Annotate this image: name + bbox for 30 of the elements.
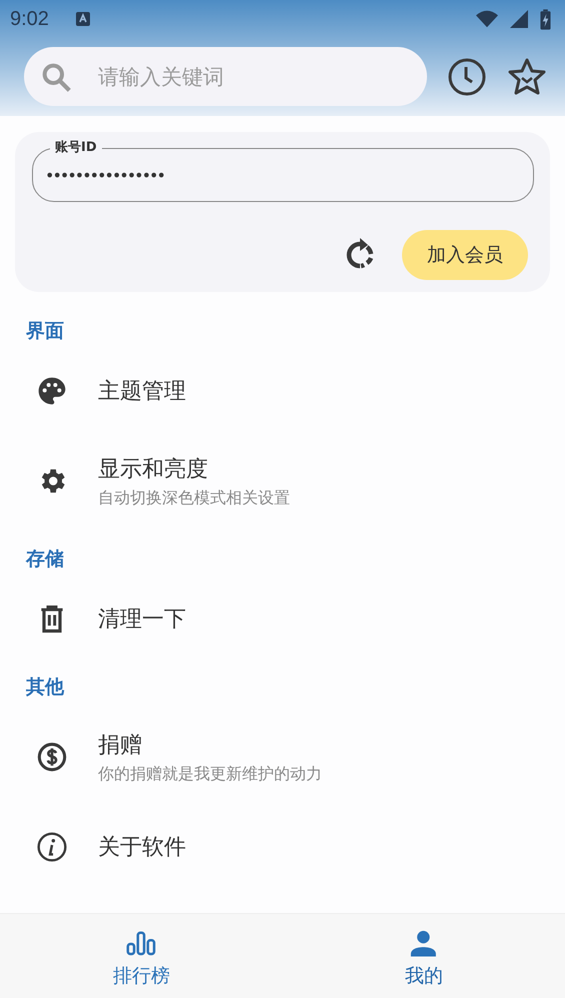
- nav-tab[interactable]: 排行榜: [0, 914, 282, 998]
- search-field[interactable]: 请输入关键词: [24, 47, 427, 106]
- section-header: 存储: [24, 547, 65, 572]
- item-title: 关于软件: [98, 834, 186, 862]
- wifi-icon: [476, 9, 498, 29]
- palette-icon: [36, 375, 68, 407]
- section-header: 其他: [25, 675, 66, 700]
- status-time: 9:02: [10, 8, 49, 30]
- section-header: 界面: [25, 319, 65, 344]
- item-title: 主题管理: [98, 378, 186, 406]
- search-icon: [40, 61, 72, 93]
- settings-item[interactable]: 显示和亮度 自动切换深色模式相关设置: [0, 431, 565, 531]
- clock-icon[interactable]: [447, 56, 487, 96]
- settings-item[interactable]: 捐赠 你的捐赠就是我更新维护的动力: [0, 707, 565, 807]
- item-title: 显示和亮度: [98, 456, 209, 484]
- battery-icon: [540, 8, 551, 30]
- item-subtitle: 自动切换深色模式相关设置: [98, 488, 290, 508]
- settings-item[interactable]: 主题管理: [0, 351, 565, 431]
- signal-icon: [508, 9, 530, 29]
- dollar-icon: [36, 741, 68, 773]
- settings-item[interactable]: 清理一下: [0, 579, 565, 659]
- item-title: 清理一下: [98, 606, 186, 634]
- info-icon: [36, 831, 68, 863]
- keyboard-icon: [74, 11, 91, 27]
- star-icon[interactable]: [507, 56, 547, 96]
- join-member-button[interactable]: 加入会员: [402, 230, 528, 280]
- settings-item[interactable]: 关于软件: [0, 807, 565, 887]
- nav-tab[interactable]: 我的: [282, 914, 565, 998]
- item-subtitle: 你的捐赠就是我更新维护的动力: [98, 764, 322, 784]
- item-title: 捐赠: [98, 732, 143, 760]
